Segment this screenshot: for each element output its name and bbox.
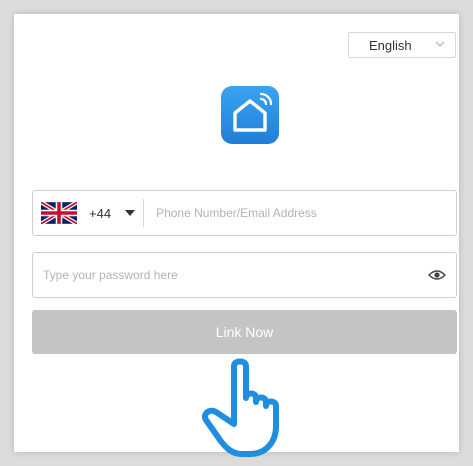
uk-flag-icon[interactable]: [41, 202, 77, 224]
language-selector[interactable]: English: [348, 32, 456, 58]
chevron-down-icon: [435, 41, 445, 47]
hand-pointer-icon: [202, 358, 279, 457]
link-now-button[interactable]: Link Now: [32, 310, 457, 354]
phone-field-row: +44: [32, 190, 457, 236]
password-field-row: [32, 252, 457, 298]
login-card: English +44 Phone Number/Email Address L…: [14, 14, 459, 457]
country-code[interactable]: +44: [89, 206, 111, 221]
smart-home-icon: [221, 86, 279, 144]
language-label: English: [369, 37, 412, 53]
caret-down-icon[interactable]: [125, 209, 136, 217]
divider: [143, 199, 145, 227]
phone-input[interactable]: [154, 197, 456, 229]
eye-icon[interactable]: [428, 269, 446, 281]
password-input[interactable]: [41, 259, 428, 291]
